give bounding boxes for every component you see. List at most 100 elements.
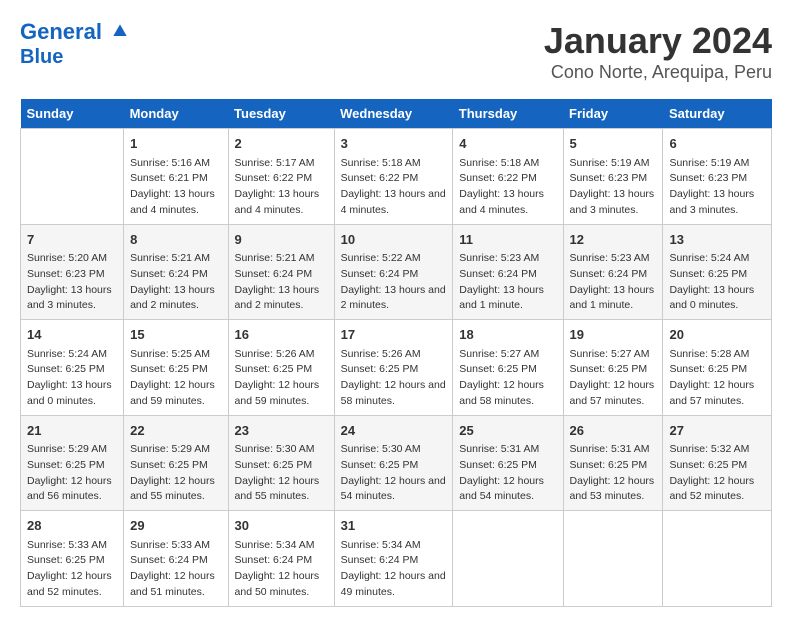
day-number: 3 xyxy=(341,134,447,154)
day-info: Sunrise: 5:28 AMSunset: 6:25 PMDaylight:… xyxy=(669,347,765,410)
calendar-cell: 20Sunrise: 5:28 AMSunset: 6:25 PMDayligh… xyxy=(663,320,772,416)
week-row-1: 1Sunrise: 5:16 AMSunset: 6:21 PMDaylight… xyxy=(21,129,772,225)
day-info: Sunrise: 5:34 AMSunset: 6:24 PMDaylight:… xyxy=(235,538,328,601)
day-info: Sunrise: 5:27 AMSunset: 6:25 PMDaylight:… xyxy=(459,347,556,410)
day-info: Sunrise: 5:22 AMSunset: 6:24 PMDaylight:… xyxy=(341,251,447,314)
day-info: Sunrise: 5:18 AMSunset: 6:22 PMDaylight:… xyxy=(341,156,447,219)
logo: General Blue xyxy=(20,20,130,68)
day-number: 22 xyxy=(130,421,221,441)
day-info: Sunrise: 5:21 AMSunset: 6:24 PMDaylight:… xyxy=(130,251,221,314)
day-info: Sunrise: 5:34 AMSunset: 6:24 PMDaylight:… xyxy=(341,538,447,601)
day-number: 28 xyxy=(27,516,117,536)
day-info: Sunrise: 5:29 AMSunset: 6:25 PMDaylight:… xyxy=(27,442,117,505)
day-info: Sunrise: 5:29 AMSunset: 6:25 PMDaylight:… xyxy=(130,442,221,505)
calendar-cell: 4Sunrise: 5:18 AMSunset: 6:22 PMDaylight… xyxy=(453,129,563,225)
day-info: Sunrise: 5:30 AMSunset: 6:25 PMDaylight:… xyxy=(341,442,447,505)
day-info: Sunrise: 5:21 AMSunset: 6:24 PMDaylight:… xyxy=(235,251,328,314)
day-info: Sunrise: 5:18 AMSunset: 6:22 PMDaylight:… xyxy=(459,156,556,219)
day-info: Sunrise: 5:32 AMSunset: 6:25 PMDaylight:… xyxy=(669,442,765,505)
calendar-cell: 16Sunrise: 5:26 AMSunset: 6:25 PMDayligh… xyxy=(228,320,334,416)
day-number: 8 xyxy=(130,230,221,250)
day-info: Sunrise: 5:19 AMSunset: 6:23 PMDaylight:… xyxy=(669,156,765,219)
calendar-cell: 19Sunrise: 5:27 AMSunset: 6:25 PMDayligh… xyxy=(563,320,663,416)
day-info: Sunrise: 5:33 AMSunset: 6:24 PMDaylight:… xyxy=(130,538,221,601)
calendar-cell: 11Sunrise: 5:23 AMSunset: 6:24 PMDayligh… xyxy=(453,224,563,320)
week-row-4: 21Sunrise: 5:29 AMSunset: 6:25 PMDayligh… xyxy=(21,415,772,511)
day-info: Sunrise: 5:31 AMSunset: 6:25 PMDaylight:… xyxy=(570,442,657,505)
calendar-cell xyxy=(21,129,124,225)
calendar-cell: 27Sunrise: 5:32 AMSunset: 6:25 PMDayligh… xyxy=(663,415,772,511)
day-info: Sunrise: 5:24 AMSunset: 6:25 PMDaylight:… xyxy=(669,251,765,314)
week-row-3: 14Sunrise: 5:24 AMSunset: 6:25 PMDayligh… xyxy=(21,320,772,416)
calendar-title: January 2024 xyxy=(544,20,772,62)
calendar-cell: 31Sunrise: 5:34 AMSunset: 6:24 PMDayligh… xyxy=(334,511,453,607)
calendar-cell xyxy=(563,511,663,607)
header-monday: Monday xyxy=(124,99,228,129)
day-number: 20 xyxy=(669,325,765,345)
day-number: 10 xyxy=(341,230,447,250)
day-info: Sunrise: 5:16 AMSunset: 6:21 PMDaylight:… xyxy=(130,156,221,219)
day-number: 7 xyxy=(27,230,117,250)
day-number: 21 xyxy=(27,421,117,441)
calendar-cell: 24Sunrise: 5:30 AMSunset: 6:25 PMDayligh… xyxy=(334,415,453,511)
calendar-cell: 10Sunrise: 5:22 AMSunset: 6:24 PMDayligh… xyxy=(334,224,453,320)
header-wednesday: Wednesday xyxy=(334,99,453,129)
calendar-cell: 28Sunrise: 5:33 AMSunset: 6:25 PMDayligh… xyxy=(21,511,124,607)
day-number: 5 xyxy=(570,134,657,154)
day-number: 29 xyxy=(130,516,221,536)
calendar-cell: 21Sunrise: 5:29 AMSunset: 6:25 PMDayligh… xyxy=(21,415,124,511)
calendar-cell: 5Sunrise: 5:19 AMSunset: 6:23 PMDaylight… xyxy=(563,129,663,225)
calendar-cell: 13Sunrise: 5:24 AMSunset: 6:25 PMDayligh… xyxy=(663,224,772,320)
calendar-cell: 26Sunrise: 5:31 AMSunset: 6:25 PMDayligh… xyxy=(563,415,663,511)
day-number: 16 xyxy=(235,325,328,345)
calendar-cell: 15Sunrise: 5:25 AMSunset: 6:25 PMDayligh… xyxy=(124,320,228,416)
calendar-cell xyxy=(453,511,563,607)
day-number: 27 xyxy=(669,421,765,441)
calendar-cell: 18Sunrise: 5:27 AMSunset: 6:25 PMDayligh… xyxy=(453,320,563,416)
calendar-cell xyxy=(663,511,772,607)
day-info: Sunrise: 5:26 AMSunset: 6:25 PMDaylight:… xyxy=(341,347,447,410)
day-info: Sunrise: 5:23 AMSunset: 6:24 PMDaylight:… xyxy=(459,251,556,314)
day-number: 13 xyxy=(669,230,765,250)
day-number: 15 xyxy=(130,325,221,345)
logo-general: General xyxy=(20,19,102,44)
calendar-cell: 22Sunrise: 5:29 AMSunset: 6:25 PMDayligh… xyxy=(124,415,228,511)
day-info: Sunrise: 5:31 AMSunset: 6:25 PMDaylight:… xyxy=(459,442,556,505)
header-saturday: Saturday xyxy=(663,99,772,129)
day-info: Sunrise: 5:26 AMSunset: 6:25 PMDaylight:… xyxy=(235,347,328,410)
day-number: 24 xyxy=(341,421,447,441)
calendar-cell: 17Sunrise: 5:26 AMSunset: 6:25 PMDayligh… xyxy=(334,320,453,416)
day-number: 2 xyxy=(235,134,328,154)
calendar-cell: 8Sunrise: 5:21 AMSunset: 6:24 PMDaylight… xyxy=(124,224,228,320)
calendar-cell: 1Sunrise: 5:16 AMSunset: 6:21 PMDaylight… xyxy=(124,129,228,225)
header-friday: Friday xyxy=(563,99,663,129)
calendar-body: 1Sunrise: 5:16 AMSunset: 6:21 PMDaylight… xyxy=(21,129,772,607)
logo-icon xyxy=(110,21,130,41)
day-info: Sunrise: 5:23 AMSunset: 6:24 PMDaylight:… xyxy=(570,251,657,314)
day-number: 30 xyxy=(235,516,328,536)
day-number: 11 xyxy=(459,230,556,250)
day-number: 31 xyxy=(341,516,447,536)
calendar-cell: 3Sunrise: 5:18 AMSunset: 6:22 PMDaylight… xyxy=(334,129,453,225)
day-number: 4 xyxy=(459,134,556,154)
calendar-cell: 2Sunrise: 5:17 AMSunset: 6:22 PMDaylight… xyxy=(228,129,334,225)
day-info: Sunrise: 5:20 AMSunset: 6:23 PMDaylight:… xyxy=(27,251,117,314)
day-number: 12 xyxy=(570,230,657,250)
day-number: 9 xyxy=(235,230,328,250)
header-row: SundayMondayTuesdayWednesdayThursdayFrid… xyxy=(21,99,772,129)
calendar-subtitle: Cono Norte, Arequipa, Peru xyxy=(544,62,772,83)
day-info: Sunrise: 5:24 AMSunset: 6:25 PMDaylight:… xyxy=(27,347,117,410)
day-info: Sunrise: 5:33 AMSunset: 6:25 PMDaylight:… xyxy=(27,538,117,601)
day-number: 19 xyxy=(570,325,657,345)
day-number: 1 xyxy=(130,134,221,154)
day-number: 18 xyxy=(459,325,556,345)
calendar-header: SundayMondayTuesdayWednesdayThursdayFrid… xyxy=(21,99,772,129)
day-number: 6 xyxy=(669,134,765,154)
day-info: Sunrise: 5:25 AMSunset: 6:25 PMDaylight:… xyxy=(130,347,221,410)
week-row-2: 7Sunrise: 5:20 AMSunset: 6:23 PMDaylight… xyxy=(21,224,772,320)
calendar-cell: 30Sunrise: 5:34 AMSunset: 6:24 PMDayligh… xyxy=(228,511,334,607)
header-tuesday: Tuesday xyxy=(228,99,334,129)
day-info: Sunrise: 5:19 AMSunset: 6:23 PMDaylight:… xyxy=(570,156,657,219)
day-info: Sunrise: 5:17 AMSunset: 6:22 PMDaylight:… xyxy=(235,156,328,219)
calendar-cell: 29Sunrise: 5:33 AMSunset: 6:24 PMDayligh… xyxy=(124,511,228,607)
